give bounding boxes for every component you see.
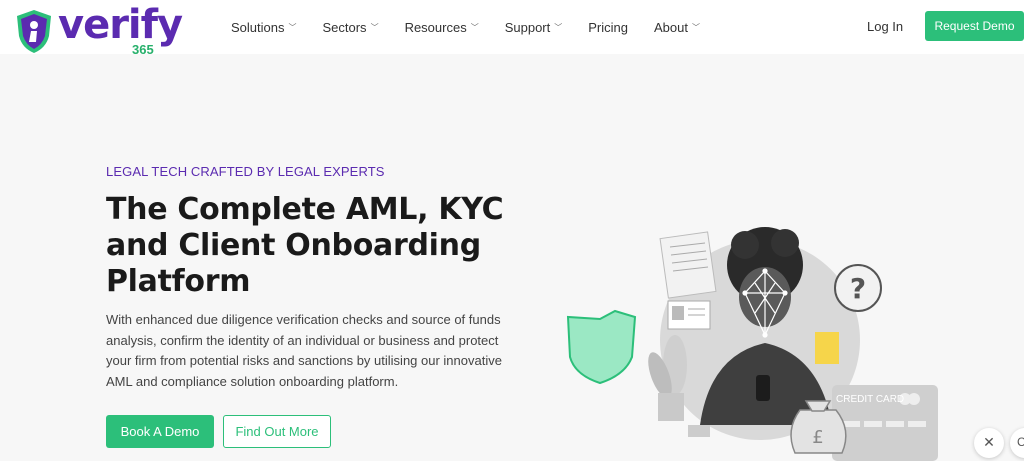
hero-eyebrow: LEGAL TECH CRAFTED BY LEGAL EXPERTS: [106, 164, 385, 179]
credit-card-label: CREDIT CARD: [836, 394, 904, 405]
hero-description: With enhanced due diligence verification…: [106, 312, 502, 389]
id-card-icon: [667, 300, 711, 330]
page: verify 365 Solutions ﹀ Sectors ﹀ Resources…: [0, 0, 1024, 461]
question-icon: ?: [834, 264, 882, 312]
svg-text:?: ?: [850, 272, 866, 305]
svg-text:£: £: [812, 427, 823, 448]
nav-item-pricing[interactable]: Pricing: [588, 20, 628, 35]
sticky-note-icon: [815, 332, 839, 364]
logo-wordmark: verify: [58, 2, 183, 48]
chevron-down-icon: ﹀: [288, 22, 297, 32]
login-link[interactable]: Log In: [867, 19, 903, 34]
plant-icon: [648, 335, 687, 421]
nav-item-support[interactable]: Support ﹀: [505, 20, 563, 35]
site-header: verify 365 Solutions ﹀ Sectors ﹀ Resources…: [0, 0, 1024, 57]
chat-widget-button[interactable]: C: [1010, 428, 1024, 458]
chevron-down-icon: ﹀: [554, 22, 563, 32]
nav-item-resources[interactable]: Resources ﹀: [405, 20, 479, 35]
shield-icon: [566, 309, 637, 385]
laptop-icon: [688, 425, 710, 437]
find-out-more-button[interactable]: Find Out More: [223, 415, 331, 448]
nav-item-sectors[interactable]: Sectors ﹀: [322, 20, 378, 35]
document-icon: [659, 231, 717, 299]
shield-logo-icon: [17, 10, 51, 53]
nav-item-about[interactable]: About ﹀: [654, 20, 700, 35]
close-icon: ✕: [983, 435, 995, 451]
nav-item-solutions[interactable]: Solutions ﹀: [231, 20, 296, 35]
logo[interactable]: verify 365: [14, 2, 194, 58]
book-demo-button[interactable]: Book A Demo: [106, 415, 214, 448]
main-nav: Solutions ﹀ Sectors ﹀ Resources ﹀ Support ﹀ …: [218, 0, 713, 54]
chevron-down-icon: ﹀: [470, 22, 479, 32]
chevron-down-icon: ﹀: [370, 22, 379, 32]
logo-number: 365: [132, 42, 154, 57]
chevron-down-icon: ﹀: [691, 22, 700, 32]
hero-illustration: ? CREDIT CARD £: [566, 227, 938, 461]
widget-close-button[interactable]: ✕: [974, 428, 1004, 458]
chat-widget-label: C: [1017, 435, 1024, 449]
request-demo-button[interactable]: Request Demo: [925, 11, 1024, 41]
hero-headline: The Complete AML, KYC and Client Onboard…: [106, 192, 504, 299]
